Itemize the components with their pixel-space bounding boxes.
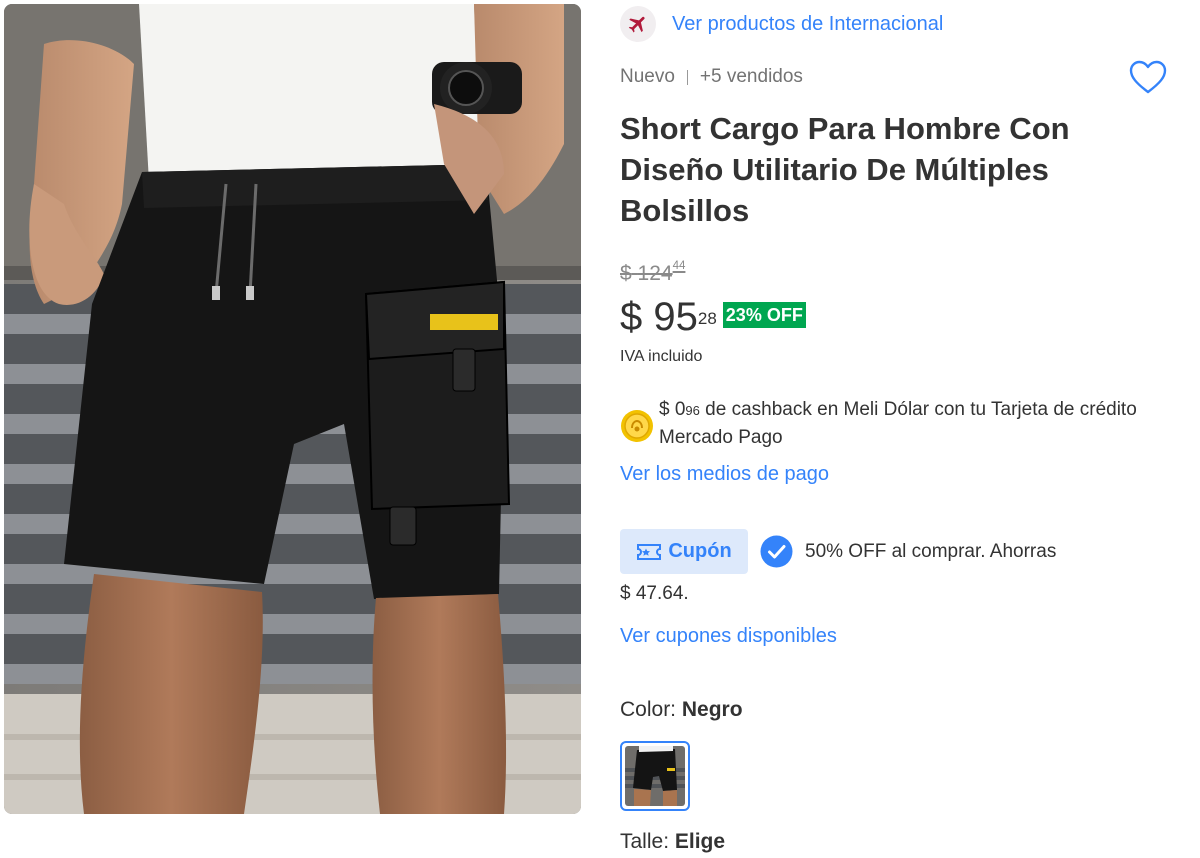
check-circle-icon — [760, 535, 793, 568]
original-price-currency: $ — [620, 262, 632, 285]
original-price-integer: 124 — [637, 262, 673, 285]
original-price-cents: 44 — [672, 259, 686, 272]
condition-label: Nuevo — [620, 66, 675, 87]
product-info: Ver productos de Internacional Nuevo +5 … — [620, 0, 1180, 858]
coupon-savings-amount: $ 47.64. — [620, 583, 689, 604]
original-price: $ 12444 — [620, 259, 686, 286]
international-products-link[interactable]: Ver productos de Internacional — [672, 13, 943, 36]
current-price-integer: 95 — [653, 295, 698, 339]
favorite-button[interactable] — [1128, 58, 1168, 98]
size-value: Elige — [674, 830, 726, 853]
color-value: Negro — [681, 698, 743, 721]
discount-badge: 23% OFF — [722, 302, 806, 328]
coupon-description: 50% OFF al comprar. Ahorras — [805, 540, 1057, 562]
swatch-thumbnail — [625, 746, 685, 806]
cashback-row: $ 096 de cashback en Meli Dólar con tu T… — [620, 396, 1170, 452]
tax-note: IVA incluido — [620, 348, 703, 365]
available-coupons-link[interactable]: Ver cupones disponibles — [620, 625, 837, 648]
meli-dolar-coin-icon — [621, 410, 653, 442]
size-label: Talle: — [620, 830, 670, 853]
coupon-button[interactable]: Cupón — [620, 529, 748, 574]
current-price-currency: $ — [620, 295, 643, 339]
cashback-description: de cashback en Meli Dólar con tu Tarjeta… — [659, 399, 1137, 448]
product-title: Short Cargo Para Hombre Con Diseño Utili… — [620, 111, 1070, 228]
sold-count: +5 vendidos — [699, 66, 803, 87]
heart-outline-icon — [1129, 60, 1167, 94]
coupon-ticket-icon — [637, 543, 662, 560]
cashback-text: $ 096 de cashback en Meli Dólar con tu T… — [659, 396, 1170, 452]
color-selector-label: Color: Negro — [620, 698, 743, 722]
color-swatch-negro[interactable] — [620, 741, 690, 811]
payment-methods-link[interactable]: Ver los medios de pago — [620, 463, 829, 486]
product-image[interactable] — [4, 4, 581, 814]
current-price: $ 9528 — [620, 294, 717, 340]
meta-divider — [686, 69, 688, 85]
color-label: Color: — [620, 698, 677, 721]
current-price-row: $ 9528 23% OFF — [620, 294, 806, 340]
product-meta: Nuevo +5 vendidos — [620, 66, 803, 88]
current-price-cents: 28 — [697, 309, 717, 328]
cashback-cents: 96 — [685, 403, 700, 418]
cargo-shorts-photo — [4, 4, 581, 814]
coupon-label: Cupón — [668, 540, 732, 562]
cashback-currency: $ 0 — [659, 399, 686, 420]
coupon-row: Cupón 50% OFF al comprar. Ahorras — [620, 529, 1056, 574]
international-row[interactable]: Ver productos de Internacional — [620, 6, 943, 42]
airplane-icon — [620, 6, 656, 42]
size-selector-label: Talle: Elige — [620, 830, 725, 854]
